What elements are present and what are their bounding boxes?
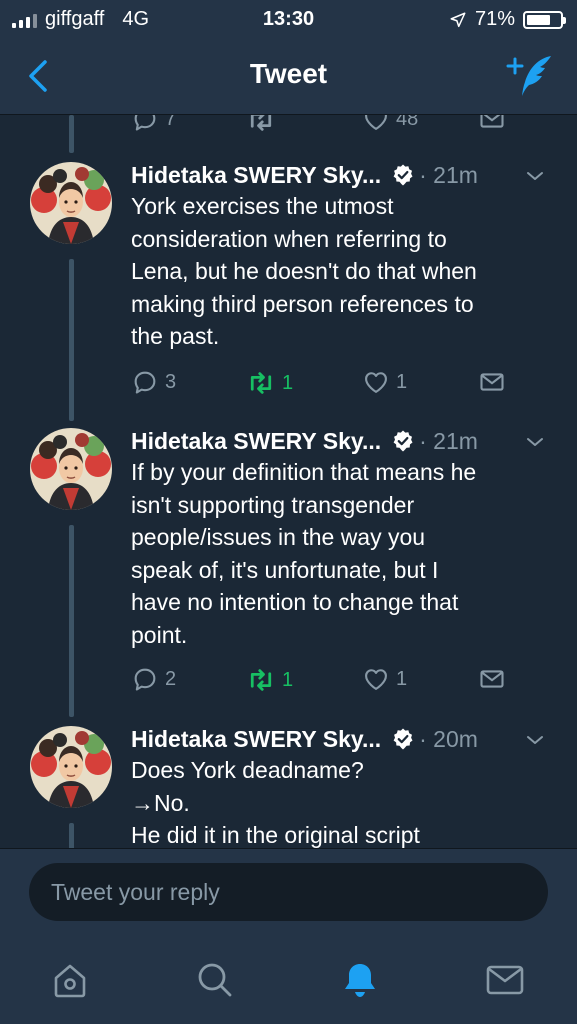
battery-fill [527,14,550,25]
chevron-down-icon[interactable] [523,728,547,752]
direct-message-button[interactable] [478,115,506,133]
like-icon [362,665,390,693]
reply-icon [131,115,159,133]
avatar[interactable] [30,428,112,510]
tweet-timestamp: · 20m [419,725,478,752]
notifications-icon[interactable] [338,958,382,1002]
chevron-down-icon[interactable] [523,430,547,454]
search-icon[interactable] [193,958,237,1002]
tweet-text: If by your definition that means he isn'… [131,459,477,648]
verified-badge-icon [391,163,415,187]
reply-count: 7 [165,115,177,130]
verified-badge-icon [391,727,415,751]
reply-icon [131,368,159,396]
previous-tweet-actions: 7 48 [0,115,577,141]
like-count: 1 [396,370,408,393]
reply-input[interactable]: Tweet your reply [29,863,548,921]
tweet-text: York exercises the utmost consideration … [131,193,477,349]
author-name[interactable]: Hidetaka SWERY Sky... [131,428,381,455]
retweet-button[interactable]: 1 [246,368,293,398]
like-button[interactable]: 1 [362,665,407,693]
verified-badge-icon [391,429,415,453]
retweet-button[interactable] [246,115,282,135]
tweet-header: Hidetaka SWERY Sky... · 21m [131,158,561,192]
author-name[interactable]: Hidetaka SWERY Sky... [131,726,381,753]
tweet-text: Does York deadname? →No. He did it in th… [131,757,420,848]
tweet-actions: 3 1 1 [0,364,577,404]
like-button[interactable]: 1 [362,368,407,396]
reply-bar: Tweet your reply [0,848,577,931]
page-title: Tweet [249,58,328,89]
tweet-timestamp: · 21m [419,427,478,454]
reply-count: 3 [165,370,177,393]
direct-message-icon [478,115,506,133]
avatar[interactable] [30,726,112,808]
author-name[interactable]: Hidetaka SWERY Sky... [131,162,381,189]
reply-button[interactable]: 2 [131,665,176,693]
nav-bar: Tweet [0,40,577,115]
messages-icon[interactable] [483,958,527,1002]
direct-message-icon [478,665,506,693]
tweet-thread[interactable]: 7 48 Hidetaka SWERY Sky... · 21m York ex… [0,115,577,848]
retweet-button[interactable]: 1 [246,665,293,695]
reply-button[interactable]: 3 [131,368,176,396]
status-bar: giffgaff 4G 13:30 71% [0,0,577,40]
tweet[interactable]: Hidetaka SWERY Sky... · 20m Does York de… [0,726,577,848]
status-right: 71% [449,8,566,31]
reply-count: 2 [165,667,177,690]
direct-message-icon [478,368,506,396]
tweet-header: Hidetaka SWERY Sky... · 21m [131,424,561,458]
chevron-down-icon[interactable] [523,164,547,188]
tweet-header: Hidetaka SWERY Sky... · 20m [131,722,561,756]
tweet[interactable]: Hidetaka SWERY Sky... · 21m If by your d… [0,428,577,708]
like-count: 48 [396,115,419,130]
retweet-icon [246,665,276,695]
battery-icon [523,10,566,29]
compose-tweet-icon[interactable] [505,52,557,100]
home-icon[interactable] [48,958,92,1002]
tweet-timestamp: · 21m [419,161,478,188]
avatar[interactable] [30,162,112,244]
location-arrow-icon [450,12,466,27]
reply-icon [131,665,159,693]
tweet-actions: 2 1 1 [0,661,577,701]
retweet-count: 1 [282,668,294,691]
like-button[interactable]: 48 [362,115,418,133]
direct-message-button[interactable] [478,368,506,396]
retweet-icon [246,115,276,135]
retweet-icon [246,368,276,398]
like-count: 1 [396,667,408,690]
direct-message-button[interactable] [478,665,506,693]
tweet[interactable]: Hidetaka SWERY Sky... · 21m York exercis… [0,162,577,402]
like-icon [362,115,390,133]
reply-button[interactable]: 7 [131,115,176,133]
tab-bar [0,930,577,1024]
battery-percent: 71% [474,8,515,30]
like-icon [362,368,390,396]
retweet-count: 1 [282,371,294,394]
